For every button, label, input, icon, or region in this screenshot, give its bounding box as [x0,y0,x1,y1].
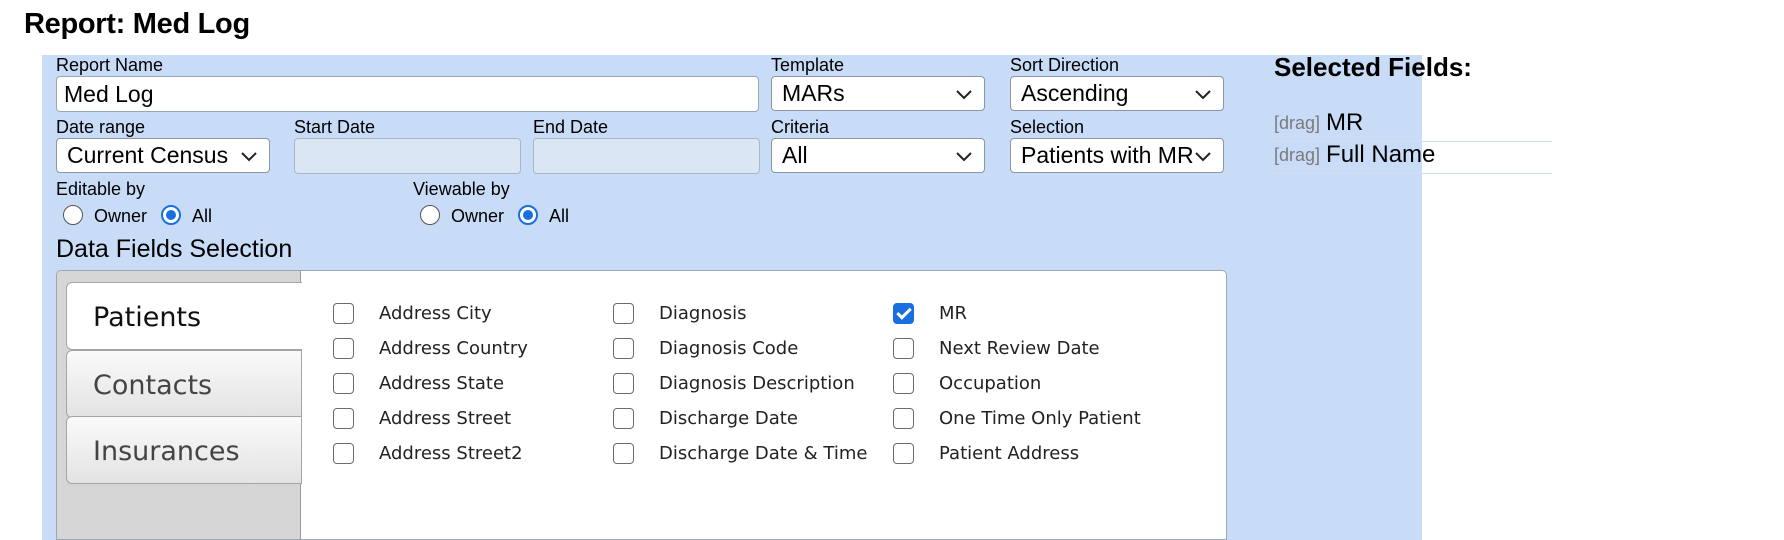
field-label: MR [939,302,968,324]
checkbox[interactable] [893,407,914,429]
field-label: Address City [379,302,492,324]
checkbox[interactable] [613,442,634,464]
field-label: Discharge Date & Time [659,442,868,464]
viewable-by-label: Viewable by [413,179,510,199]
tab-patients-label: Patients [93,302,202,333]
selected-field-name: Full Name [1326,141,1436,168]
checkbox[interactable] [613,302,634,324]
field-address-city[interactable]: Address City [333,293,492,333]
sort-direction-label: Sort Direction [1010,55,1120,75]
checkbox[interactable] [613,372,634,394]
chevron-down-icon [241,152,257,162]
template-select[interactable]: MARs [771,76,985,111]
field-label: Next Review Date [939,337,1100,359]
selection-label: Selection [1010,117,1085,137]
criteria-select[interactable]: All [771,138,985,173]
template-select-value: MARs [782,80,845,106]
field-label: Patient Address [939,442,1080,464]
checkbox[interactable] [333,337,354,359]
field-address-street2[interactable]: Address Street2 [333,433,523,473]
field-label: Diagnosis Description [659,372,855,394]
sort-direction-select[interactable]: Ascending [1010,76,1224,111]
selection-select-value: Patients with MR [1021,142,1194,168]
editable-by-owner-label: Owner [94,206,148,226]
report-name-input[interactable]: Med Log [56,76,759,112]
checkbox-checked[interactable] [893,302,914,324]
field-patient-address[interactable]: Patient Address [893,433,1079,473]
checkbox[interactable] [893,372,914,394]
editable-by-all-label: All [192,206,213,226]
field-label: Diagnosis [659,302,747,324]
sort-direction-select-value: Ascending [1021,80,1129,106]
criteria-label: Criteria [771,117,830,137]
tab-patients[interactable]: Patients [66,282,302,350]
viewable-by-owner-radio[interactable] [420,205,440,225]
end-date-label: End Date [533,117,609,137]
end-date-input[interactable] [533,138,760,174]
field-discharge-date-time[interactable]: Discharge Date & Time [613,433,867,473]
checkbox[interactable] [333,442,354,464]
data-fields-title: Data Fields Selection [56,235,293,263]
tab-contacts-label: Contacts [93,370,213,401]
page-title: Report: Med Log [24,8,250,40]
field-label: One Time Only Patient [939,407,1141,429]
editable-by-group: Owner All [63,203,226,227]
date-range-select[interactable]: Current Census [56,138,270,173]
field-label: Address Country [379,337,528,359]
field-address-street[interactable]: Address Street [333,398,511,438]
checkbox[interactable] [333,302,354,324]
checkbox[interactable] [613,407,634,429]
editable-by-all-radio[interactable] [161,205,182,225]
viewable-by-group: Owner All [420,203,583,227]
field-diagnosis-description[interactable]: Diagnosis Description [613,363,855,403]
tab-insurances-label: Insurances [93,436,240,467]
field-next-review-date[interactable]: Next Review Date [893,328,1100,368]
field-address-country[interactable]: Address Country [333,328,528,368]
chevron-down-icon [1195,90,1211,100]
field-label: Occupation [939,372,1042,394]
field-one-time-only-patient[interactable]: One Time Only Patient [893,398,1141,438]
editable-by-owner-radio[interactable] [63,205,83,225]
report-name-label: Report Name [56,55,164,75]
checkbox[interactable] [893,442,914,464]
chevron-down-icon [956,152,972,162]
chevron-down-icon [1195,152,1211,162]
field-mr[interactable]: MR [893,293,967,333]
viewable-by-all-label: All [549,206,570,226]
date-range-select-value: Current Census [67,142,229,168]
drag-handle[interactable]: [drag] [1274,145,1320,166]
data-fields-tabstrip: Patients Contacts Insurances [57,271,302,539]
selected-fields-title: Selected Fields: [1274,52,1472,82]
checkbox[interactable] [613,337,634,359]
tab-insurances[interactable]: Insurances [66,416,302,484]
checkbox[interactable] [333,407,354,429]
field-label: Address Street [379,407,512,429]
checkbox[interactable] [893,337,914,359]
editable-by-label: Editable by [56,179,146,199]
start-date-label: Start Date [294,117,376,137]
field-label: Address Street2 [379,442,523,464]
selected-field-name: MR [1326,109,1364,136]
criteria-select-value: All [782,142,808,168]
viewable-by-owner-label: Owner [451,206,505,226]
field-label: Diagnosis Code [659,337,799,359]
tab-contacts[interactable]: Contacts [66,350,302,418]
field-diagnosis[interactable]: Diagnosis [613,293,747,333]
field-diagnosis-code[interactable]: Diagnosis Code [613,328,798,368]
viewable-by-all-radio[interactable] [518,205,539,225]
start-date-input[interactable] [294,138,521,174]
data-fields-box: Patients Contacts Insurances Address Cit… [56,270,1227,540]
date-range-label: Date range [56,117,146,137]
template-label: Template [771,55,845,75]
field-address-state[interactable]: Address State [333,363,504,403]
selected-field-item[interactable]: [drag] Full Name [1274,137,1552,174]
field-discharge-date[interactable]: Discharge Date [613,398,798,438]
field-label: Discharge Date [659,407,798,429]
selection-select[interactable]: Patients with MR [1010,138,1224,173]
checkbox[interactable] [333,372,354,394]
drag-handle[interactable]: [drag] [1274,113,1320,134]
field-occupation[interactable]: Occupation [893,363,1041,403]
chevron-down-icon [956,90,972,100]
field-label: Address State [379,372,505,394]
